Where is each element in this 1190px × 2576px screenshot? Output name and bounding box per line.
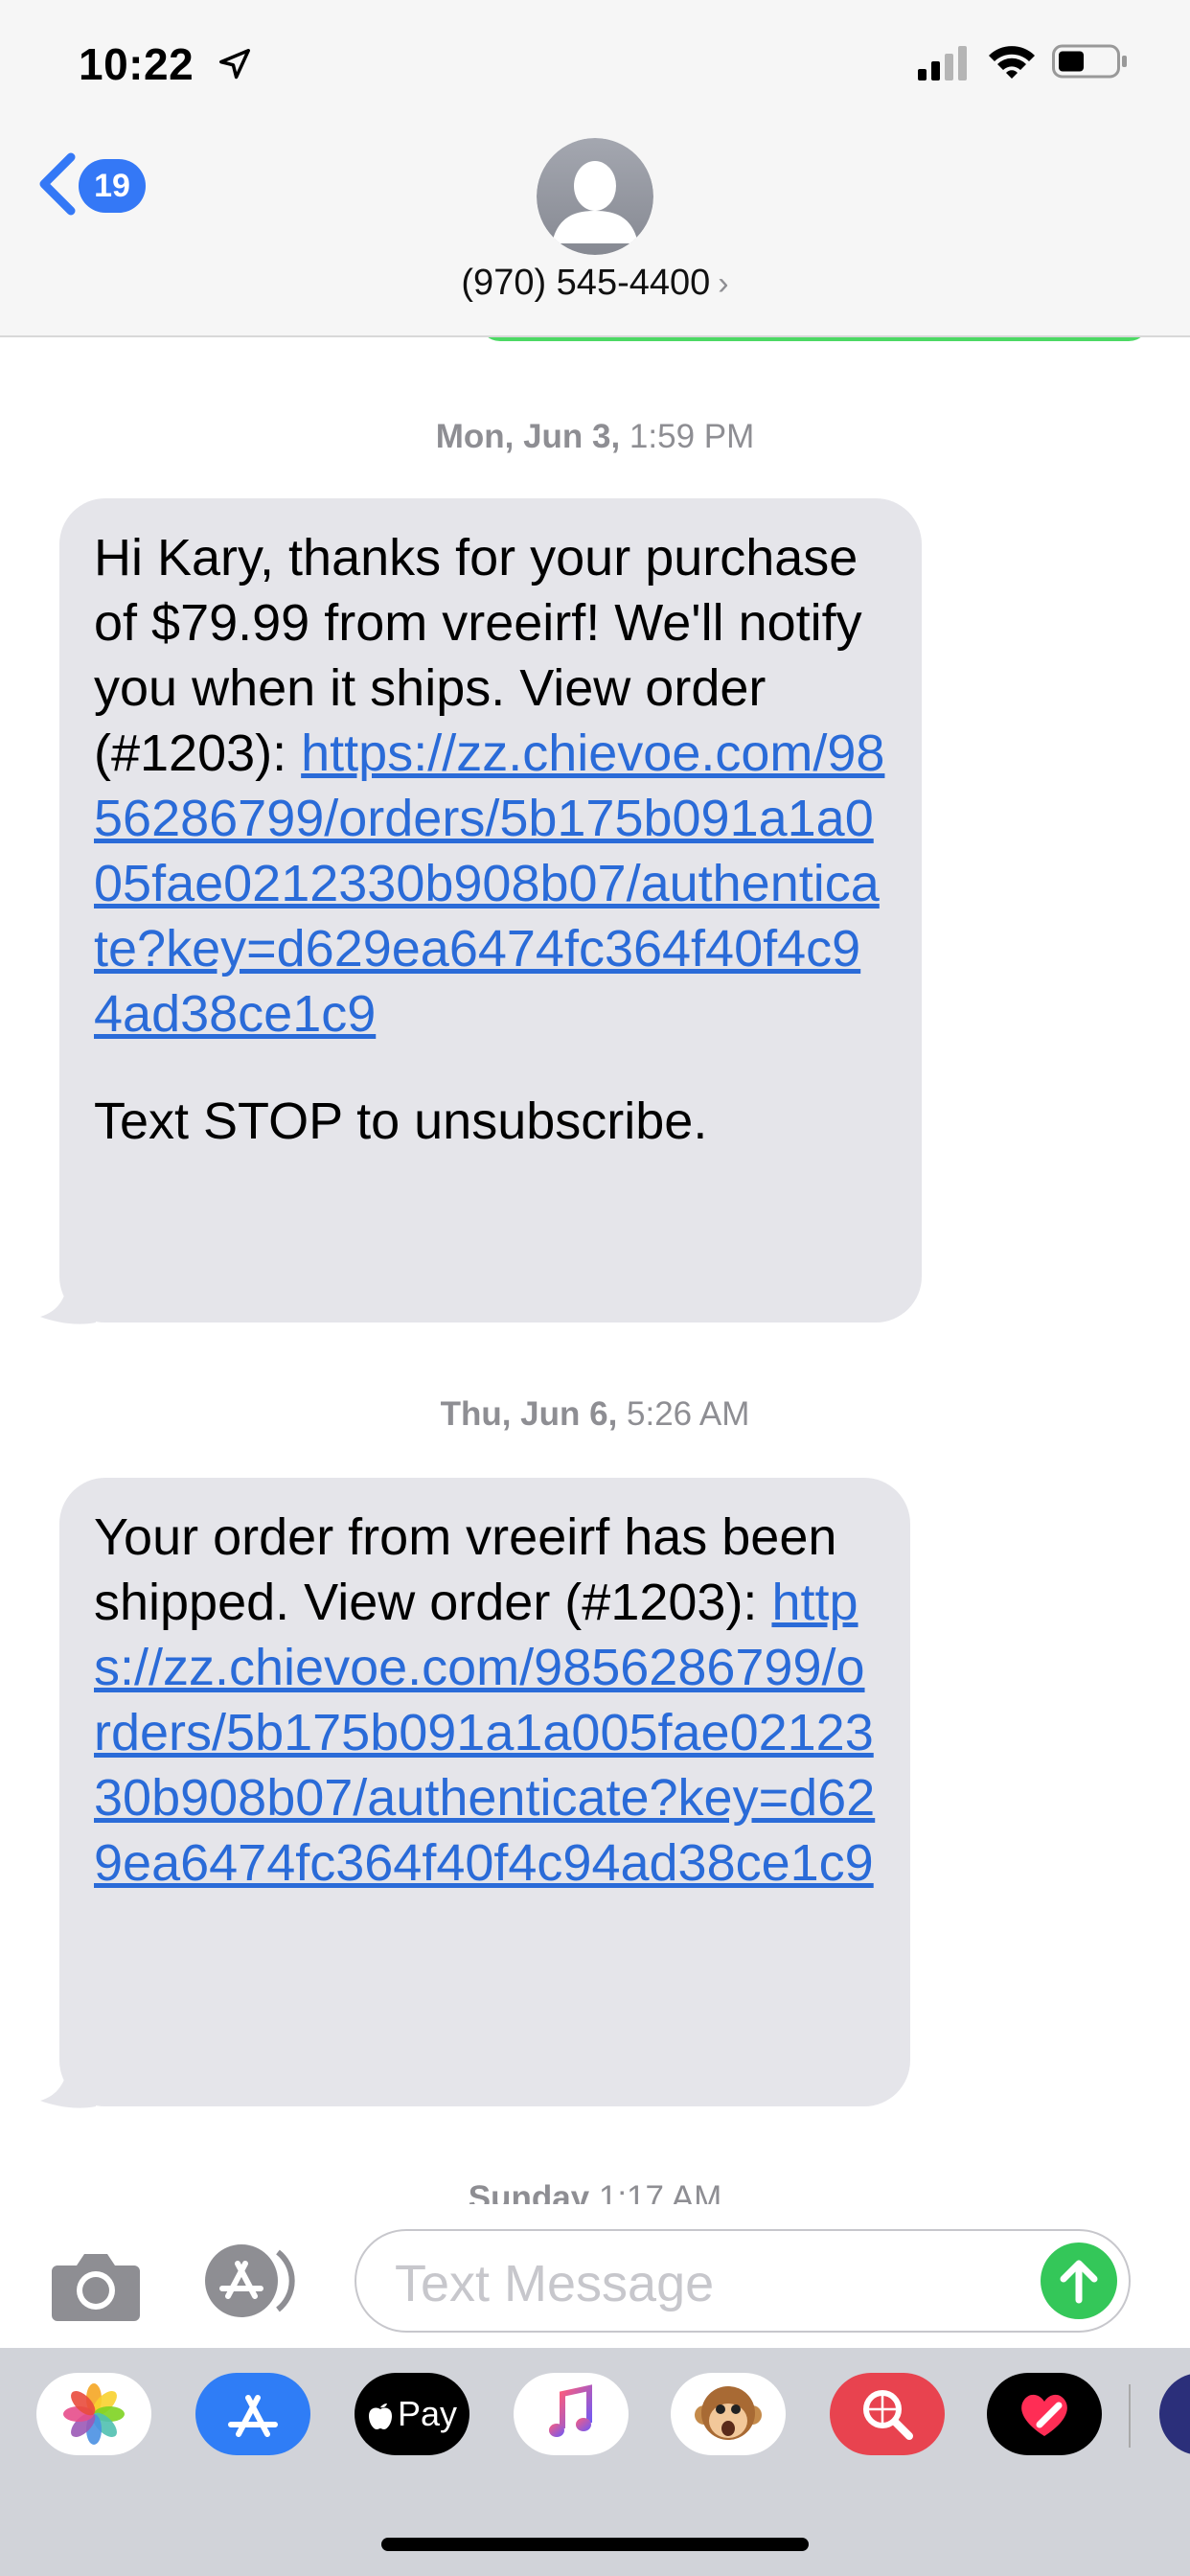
apple-pay-icon[interactable]: Pay [355,2373,469,2455]
battery-icon [1052,44,1127,79]
contact-name-button[interactable]: (970) 545-4400 › [0,263,1190,304]
message-text: Your order from vreeirf has been shipped… [94,1508,837,1631]
chevron-right-icon: › [718,265,729,302]
person-silhouette-icon [537,138,653,255]
message-bubble-1[interactable]: Hi Kary, thanks for your purchase of $79… [59,498,922,1322]
location-arrow-icon [219,49,250,80]
music-icon[interactable] [514,2373,629,2455]
unread-count-badge: 19 [79,159,146,213]
send-button[interactable] [1041,2242,1117,2319]
app-store-icon[interactable] [195,2373,310,2455]
timestamp-1: Mon, Jun 3, 1:59 PM [435,418,755,455]
message-bubble-2[interactable]: Your order from vreeirf has been shipped… [59,1478,910,2106]
status-time: 10:22 [79,39,195,89]
camera-icon[interactable] [48,2246,144,2323]
bubble-tail [40,2051,96,2108]
message-input[interactable]: Text Message [355,2229,1131,2333]
arrow-up-icon [1060,2260,1098,2304]
app-store-button-icon[interactable] [199,2242,305,2319]
message-footer-text: Text STOP to unsubscribe. [94,1092,708,1150]
navigation-header: 10:22 19 (970) 545-4400 › [0,0,1190,337]
compose-bar: Text Message [0,2204,1190,2348]
digital-touch-icon[interactable] [987,2373,1102,2455]
bubble-tail [40,1267,96,1324]
home-indicator[interactable] [381,2538,809,2551]
imessage-app-drawer: Pay [0,2348,1190,2576]
more-apps-icon[interactable] [1159,2373,1190,2455]
photos-app-icon[interactable] [36,2373,151,2455]
contact-number: (970) 545-4400 [461,263,711,303]
chevron-left-icon [39,152,76,216]
timestamp-2: Thu, Jun 6, 5:26 AM [440,1395,750,1433]
apple-logo-icon [368,2404,392,2429]
contact-avatar[interactable] [537,138,653,255]
apple-pay-label: Pay [397,2394,458,2433]
cellular-signal-icon [918,46,967,80]
drawer-divider [1129,2384,1131,2448]
image-search-icon[interactable] [830,2373,945,2455]
back-button[interactable]: 19 [34,146,159,222]
wifi-icon [989,46,1035,79]
animoji-monkey-icon[interactable] [671,2373,786,2455]
message-input-placeholder: Text Message [395,2255,715,2312]
